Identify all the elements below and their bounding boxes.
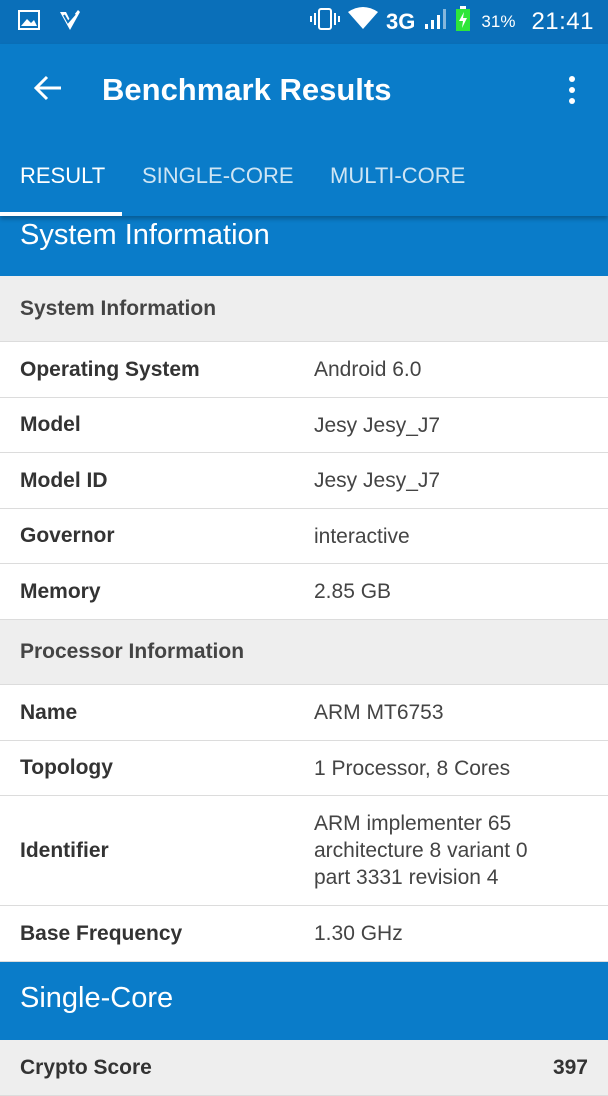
table-row: Memory 2.85 GB [0, 564, 608, 620]
table-row: Model Jesy Jesy_J7 [0, 398, 608, 453]
row-label: Operating System [20, 357, 200, 381]
page-title: Benchmark Results [102, 72, 392, 107]
more-options-button[interactable] [560, 70, 584, 110]
row-label: Model [20, 413, 81, 436]
network-type: 3G [386, 9, 416, 34]
table-row: Operating System Android 6.0 [0, 342, 608, 398]
table-row: Base Frequency 1.30 GHz [0, 906, 608, 962]
more-vertical-icon [569, 76, 575, 82]
row-value: 1.30 GHz [314, 922, 403, 945]
tab-result[interactable]: RESULT [20, 156, 105, 216]
clock: 21:41 [531, 8, 594, 35]
row-label: Crypto Score [20, 1056, 152, 1079]
row-value: 2.85 GB [314, 580, 392, 603]
row-label: Identifier [20, 838, 109, 862]
row-value: Android 6.0 [314, 358, 422, 381]
signal-icon [423, 8, 447, 36]
table-row: Model ID Jesy Jesy_J7 [0, 453, 608, 509]
battery-percent: 31% [481, 12, 516, 31]
row-value: interactive [314, 524, 410, 548]
row-value: 1 Processor, 8 Cores [314, 756, 511, 780]
battery-charging-icon [455, 6, 471, 38]
tab-indicator [0, 212, 122, 216]
section-title-single-core: Single-Core [0, 962, 608, 1040]
wifi-icon [348, 7, 379, 37]
back-button[interactable] [28, 70, 68, 110]
group-header-system-information: System Information [0, 276, 608, 342]
row-label: Model ID [20, 468, 108, 492]
table-row: Topology 1 Processor, 8 Cores [0, 741, 608, 796]
table-row: Crypto Score 397 [0, 1040, 608, 1096]
status-bar: 3G 31% 21:41 [0, 0, 608, 44]
row-label: Base Frequency [20, 921, 183, 945]
row-value: ARM MT6753 [314, 701, 444, 724]
vibrate-icon [310, 7, 341, 37]
row-value: Jesy Jesy_J7 [314, 469, 441, 492]
check-shield-icon [58, 8, 82, 37]
image-icon [18, 9, 40, 36]
table-row: Governor interactive [0, 509, 608, 564]
tab-multi-core[interactable]: MULTI-CORE [330, 156, 465, 216]
row-value: Jesy Jesy_J7 [314, 413, 441, 437]
app-bar: Benchmark Results RESULT SINGLE-CORE MUL… [0, 44, 608, 216]
table-row: Name ARM MT6753 [0, 685, 608, 741]
row-label: Governor [20, 524, 115, 547]
row-score: 397 [552, 1056, 588, 1079]
row-label: Memory [20, 579, 101, 603]
row-label: Topology [20, 756, 113, 779]
row-value: ARM implementer 65 architecture 8 varian… [314, 812, 528, 889]
tab-bar: RESULT SINGLE-CORE MULTI-CORE [0, 156, 608, 216]
table-row: Identifier ARM implementer 65 architectu… [0, 796, 608, 906]
section-title-system-information: System Information [0, 216, 608, 276]
arrow-left-icon [33, 73, 63, 108]
tab-single-core[interactable]: SINGLE-CORE [142, 156, 294, 216]
group-header-processor-information: Processor Information [0, 620, 608, 685]
row-label: Name [20, 700, 78, 724]
